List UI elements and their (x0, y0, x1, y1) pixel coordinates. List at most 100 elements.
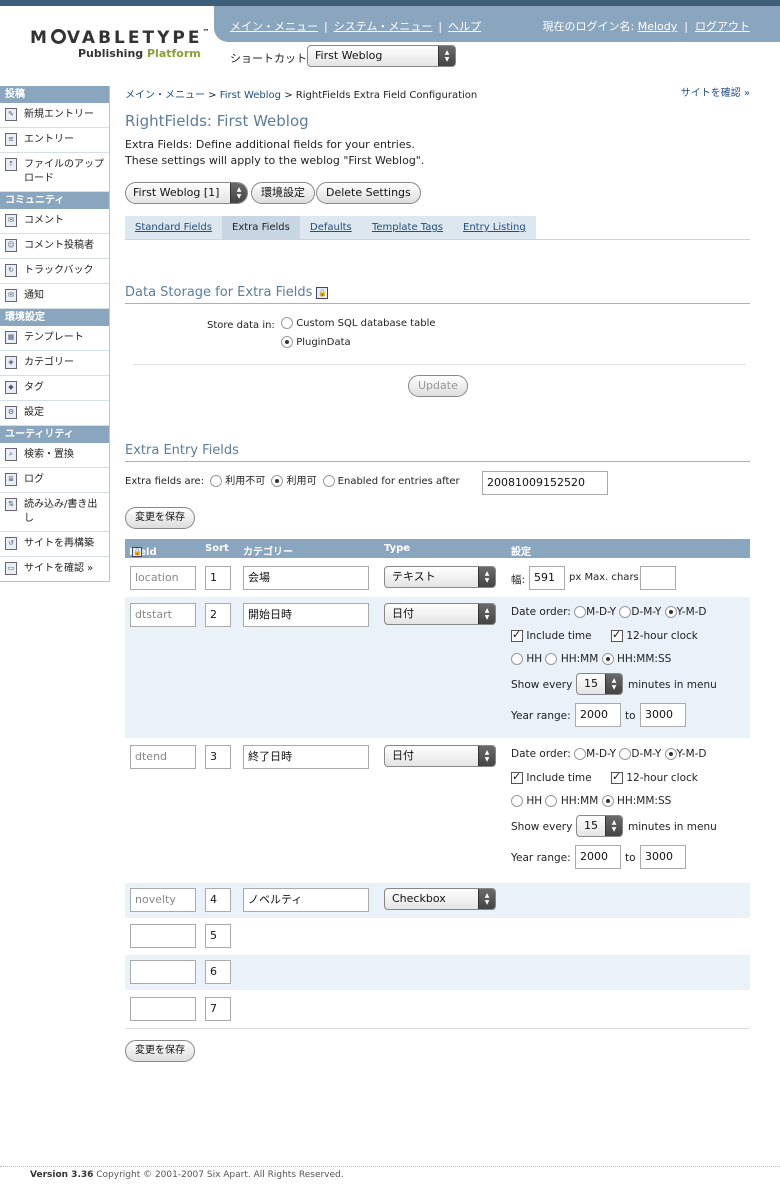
sort-input[interactable]: 1 (205, 566, 231, 590)
lock-icon[interactable]: 🔒 (132, 547, 142, 557)
lock-icon[interactable]: 🔒 (316, 286, 329, 299)
store-option-sql[interactable]: Custom SQL database table (281, 317, 436, 329)
include-time-checkbox[interactable] (511, 770, 523, 784)
clock-option[interactable]: 12-hour clock (611, 628, 698, 642)
radio-hhmm[interactable] (545, 795, 558, 807)
year-to-input[interactable]: 3000 (640, 845, 686, 869)
radio-disabled[interactable] (210, 475, 223, 487)
store-option-plugindata[interactable]: PluginData (281, 336, 351, 348)
enabled-after-input[interactable]: 20081009152520 (482, 471, 608, 495)
field-name-input[interactable]: dtend (130, 745, 196, 769)
shortcut-select[interactable]: First Weblog ▲ ▼ (307, 45, 456, 67)
label-input[interactable]: ノベルティ (243, 888, 369, 912)
sidebar-item-entries[interactable]: ≡ エントリー (0, 128, 109, 153)
sidebar-item-rebuild[interactable]: ↺ サイトを再構築 (0, 532, 109, 557)
help-link[interactable]: ヘルプ (448, 20, 481, 33)
year-to-input[interactable]: 3000 (640, 703, 686, 727)
field-name-input[interactable] (130, 960, 196, 984)
tab-extra-fields[interactable]: Extra Fields (222, 216, 300, 239)
width-input[interactable]: 591 (529, 566, 565, 590)
radio-plugindata[interactable] (281, 336, 293, 348)
radio-dmy[interactable] (619, 748, 632, 760)
field-name-input[interactable] (130, 924, 196, 948)
logout-link[interactable]: ログアウト (695, 20, 750, 33)
max-chars-input[interactable] (640, 566, 676, 590)
tab-standard-fields[interactable]: Standard Fields (125, 216, 222, 239)
radio-enabled[interactable] (271, 475, 284, 487)
sort-input[interactable]: 3 (205, 745, 231, 769)
tab-entry-listing[interactable]: Entry Listing (453, 216, 536, 239)
table-row: 5 (125, 918, 750, 955)
sidebar-item-comments[interactable]: ✉ コメント (0, 209, 109, 234)
label-input[interactable]: 終了日時 (243, 745, 369, 769)
clock-option[interactable]: 12-hour clock (611, 770, 698, 784)
field-name-input[interactable]: location (130, 566, 196, 590)
field-name-input[interactable]: dtstart (130, 603, 196, 627)
sort-input[interactable]: 5 (205, 924, 231, 948)
tab-template-tags[interactable]: Template Tags (362, 216, 453, 239)
radio-ymd[interactable] (664, 606, 677, 618)
sidebar-item-templates[interactable]: ▦ テンプレート (0, 326, 109, 351)
label-input[interactable]: 開始日時 (243, 603, 369, 627)
type-select[interactable]: Checkbox ▲ ▼ (384, 888, 496, 910)
save-button-top[interactable]: 変更を保存 (125, 507, 195, 529)
sidebar-item-log[interactable]: ≣ ログ (0, 468, 109, 493)
sidebar-item-search-replace[interactable]: ⌕ 検索・置換 (0, 443, 109, 468)
sidebar-item-view-site[interactable]: ▭ サイトを確認 » (0, 557, 109, 582)
sort-input[interactable]: 6 (205, 960, 231, 984)
type-select[interactable]: 日付 ▲ ▼ (384, 745, 496, 767)
sidebar-item-import-export[interactable]: ⇅ 読み込み/書き出し (0, 493, 109, 532)
sidebar-item-tags[interactable]: ◆ タグ (0, 376, 109, 401)
year-from-input[interactable]: 2000 (575, 703, 621, 727)
table-row: 6 (125, 955, 750, 990)
sidebar-item-config[interactable]: ⚙ 設定 (0, 401, 109, 426)
breadcrumb-blog[interactable]: First Weblog (220, 90, 281, 101)
minutes-select[interactable]: 15 ▲ ▼ (576, 815, 623, 837)
radio-hhmmss[interactable] (601, 795, 614, 807)
radio-sql[interactable] (281, 317, 293, 329)
radio-hhmm[interactable] (545, 653, 558, 665)
sort-input[interactable]: 7 (205, 997, 231, 1021)
radio-mdy[interactable] (574, 606, 587, 618)
year-from-input[interactable]: 2000 (575, 845, 621, 869)
sidebar-item-commenters[interactable]: ☺ コメント投稿者 (0, 234, 109, 259)
radio-ymd[interactable] (664, 748, 677, 760)
tab-defaults[interactable]: Defaults (300, 216, 362, 239)
logo[interactable]: M VABLETYPE™ Publishing Platform (0, 6, 214, 80)
type-select[interactable]: 日付 ▲ ▼ (384, 603, 496, 625)
breadcrumb-main-menu[interactable]: メイン・メニュー (125, 90, 205, 101)
radio-enabled-after[interactable] (322, 475, 335, 487)
sidebar-item-trackbacks[interactable]: ↻ トラックバック (0, 259, 109, 284)
include-time-checkbox[interactable] (511, 628, 523, 642)
update-button[interactable]: Update (408, 375, 468, 397)
sidebar-item-notifications[interactable]: ✉ 通知 (0, 284, 109, 309)
settings-button[interactable]: 環境設定 (251, 182, 315, 204)
radio-mdy[interactable] (574, 748, 587, 760)
radio-hhmmss[interactable] (601, 653, 614, 665)
delete-settings-button[interactable]: Delete Settings (316, 182, 421, 204)
blog-select[interactable]: First Weblog [1] ▲ ▼ (125, 182, 248, 204)
username-link[interactable]: Melody (638, 20, 678, 33)
clock-checkbox[interactable] (611, 628, 623, 642)
radio-hh[interactable] (511, 653, 523, 665)
include-time-option[interactable]: Include time (511, 770, 592, 784)
label-input[interactable]: 会場 (243, 566, 369, 590)
view-site-link[interactable]: サイトを確認 » (681, 84, 750, 99)
sidebar-item-categories[interactable]: ◈ カテゴリー (0, 351, 109, 376)
clock-checkbox[interactable] (611, 770, 623, 784)
include-time-option[interactable]: Include time (511, 628, 592, 642)
system-menu-link[interactable]: システム・メニュー (334, 20, 433, 33)
type-select[interactable]: テキスト ▲ ▼ (384, 566, 496, 588)
field-name-input[interactable]: novelty (130, 888, 196, 912)
sort-input[interactable]: 2 (205, 603, 231, 627)
radio-dmy[interactable] (619, 606, 632, 618)
main-menu-link[interactable]: メイン・メニュー (230, 20, 318, 33)
date-order-group: Date order: M-D-Y D-M-Y Y-M-D (511, 606, 707, 618)
minutes-select[interactable]: 15 ▲ ▼ (576, 673, 623, 695)
sort-input[interactable]: 4 (205, 888, 231, 912)
sidebar-item-upload[interactable]: ↑ ファイルのアップロード (0, 153, 109, 192)
radio-hh[interactable] (511, 795, 523, 807)
field-name-input[interactable] (130, 997, 196, 1021)
sidebar-item-new-entry[interactable]: ✎ 新規エントリー (0, 103, 109, 128)
save-button-bottom[interactable]: 変更を保存 (125, 1040, 195, 1062)
